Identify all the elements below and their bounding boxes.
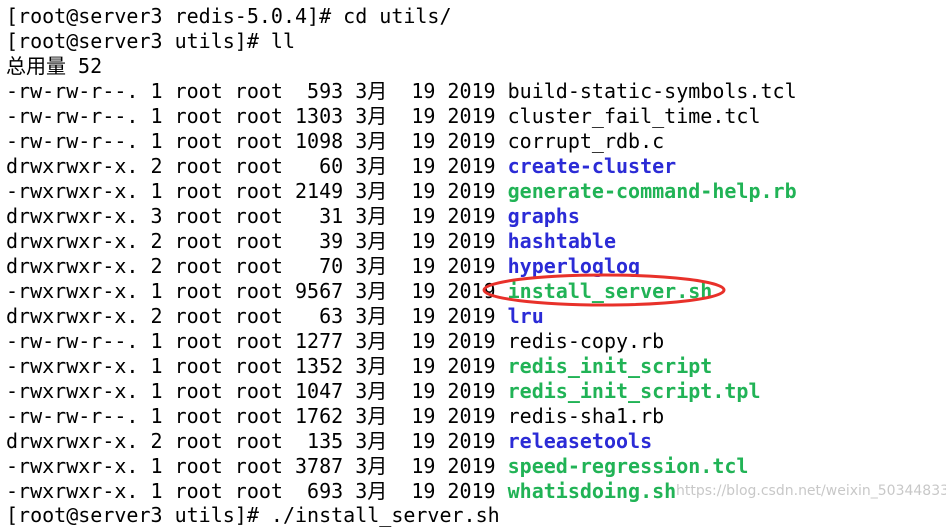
- file-meta: -rwxrwxr-x. 1 root root 1352 3月 19 2019: [6, 354, 508, 378]
- file-meta: -rw-rw-r--. 1 root root 1098 3月 19 2019: [6, 129, 508, 153]
- listing-row: drwxrwxr-x. 2 root root 39 3月 19 2019 ha…: [6, 229, 946, 254]
- file-meta: drwxrwxr-x. 2 root root 70 3月 19 2019: [6, 254, 508, 278]
- file-name: build-static-symbols.tcl: [507, 79, 797, 103]
- file-name: install_server.sh: [507, 279, 713, 303]
- file-meta: drwxrwxr-x. 2 root root 39 3月 19 2019: [6, 229, 508, 253]
- file-name: redis-copy.rb: [507, 329, 665, 353]
- file-listing: -rw-rw-r--. 1 root root 593 3月 19 2019 b…: [6, 79, 946, 504]
- file-meta: -rw-rw-r--. 1 root root 593 3月 19 2019: [6, 79, 508, 103]
- file-meta: -rwxrwxr-x. 1 root root 693 3月 19 2019: [6, 479, 508, 503]
- file-name: redis_init_script.tpl: [507, 379, 761, 403]
- listing-row: -rwxrwxr-x. 1 root root 1352 3月 19 2019 …: [6, 354, 946, 379]
- listing-row: drwxrwxr-x. 2 root root 63 3月 19 2019 lr…: [6, 304, 946, 329]
- listing-row: -rwxrwxr-x. 1 root root 9567 3月 19 2019 …: [6, 279, 946, 304]
- file-meta: -rwxrwxr-x. 1 root root 1047 3月 19 2019: [6, 379, 508, 403]
- file-meta: drwxrwxr-x. 2 root root 60 3月 19 2019: [6, 154, 508, 178]
- watermark: https://blog.csdn.net/weixin_50344833: [676, 483, 946, 499]
- command-line-cd: [root@server3 redis-5.0.4]# cd utils/: [6, 4, 452, 28]
- file-meta: -rw-rw-r--. 1 root root 1277 3月 19 2019: [6, 329, 508, 353]
- listing-row: -rwxrwxr-x. 1 root root 3787 3月 19 2019 …: [6, 454, 946, 479]
- file-name: speed-regression.tcl: [507, 454, 749, 478]
- listing-row: drwxrwxr-x. 2 root root 60 3月 19 2019 cr…: [6, 154, 946, 179]
- file-name: cluster_fail_time.tcl: [507, 104, 761, 128]
- command-line-ll: [root@server3 utils]# ll: [6, 29, 295, 53]
- next-command-line-cutoff: [root@server3 utils]# ./install_server.s…: [6, 503, 500, 528]
- total-line: 总用量 52: [6, 54, 103, 78]
- file-name: releasetools: [507, 429, 653, 453]
- listing-row: -rw-rw-r--. 1 root root 1277 3月 19 2019 …: [6, 329, 946, 354]
- file-name: whatisdoing.sh: [507, 479, 677, 503]
- file-meta: -rw-rw-r--. 1 root root 1303 3月 19 2019: [6, 104, 508, 128]
- listing-row: -rw-rw-r--. 1 root root 593 3月 19 2019 b…: [6, 79, 946, 104]
- file-name: redis-sha1.rb: [507, 404, 665, 428]
- file-meta: -rwxrwxr-x. 1 root root 3787 3月 19 2019: [6, 454, 508, 478]
- listing-row: drwxrwxr-x. 3 root root 31 3月 19 2019 gr…: [6, 204, 946, 229]
- file-name: create-cluster: [507, 154, 677, 178]
- file-meta: -rwxrwxr-x. 1 root root 9567 3月 19 2019: [6, 279, 508, 303]
- file-meta: drwxrwxr-x. 2 root root 135 3月 19 2019: [6, 429, 508, 453]
- file-name: hashtable: [507, 229, 617, 253]
- listing-row: -rw-rw-r--. 1 root root 1303 3月 19 2019 …: [6, 104, 946, 129]
- file-meta: -rw-rw-r--. 1 root root 1762 3月 19 2019: [6, 404, 508, 428]
- terminal-window[interactable]: [root@server3 redis-5.0.4]# cd utils/ [r…: [6, 4, 946, 512]
- file-name: generate-command-help.rb: [507, 179, 797, 203]
- listing-row: drwxrwxr-x. 2 root root 70 3月 19 2019 hy…: [6, 254, 946, 279]
- listing-row: drwxrwxr-x. 2 root root 135 3月 19 2019 r…: [6, 429, 946, 454]
- file-name: corrupt_rdb.c: [507, 129, 665, 153]
- listing-row: -rwxrwxr-x. 1 root root 1047 3月 19 2019 …: [6, 379, 946, 404]
- file-name: hyperloglog: [507, 254, 641, 278]
- listing-row: -rwxrwxr-x. 1 root root 2149 3月 19 2019 …: [6, 179, 946, 204]
- file-meta: drwxrwxr-x. 3 root root 31 3月 19 2019: [6, 204, 508, 228]
- next-command-text: [root@server3 utils]# ./install_server.s…: [6, 503, 500, 527]
- file-name: redis_init_script: [507, 354, 713, 378]
- file-name: lru: [507, 304, 544, 328]
- listing-row: -rw-rw-r--. 1 root root 1762 3月 19 2019 …: [6, 404, 946, 429]
- file-name: graphs: [507, 204, 580, 228]
- file-meta: drwxrwxr-x. 2 root root 63 3月 19 2019: [6, 304, 508, 328]
- listing-row: -rw-rw-r--. 1 root root 1098 3月 19 2019 …: [6, 129, 946, 154]
- file-meta: -rwxrwxr-x. 1 root root 2149 3月 19 2019: [6, 179, 508, 203]
